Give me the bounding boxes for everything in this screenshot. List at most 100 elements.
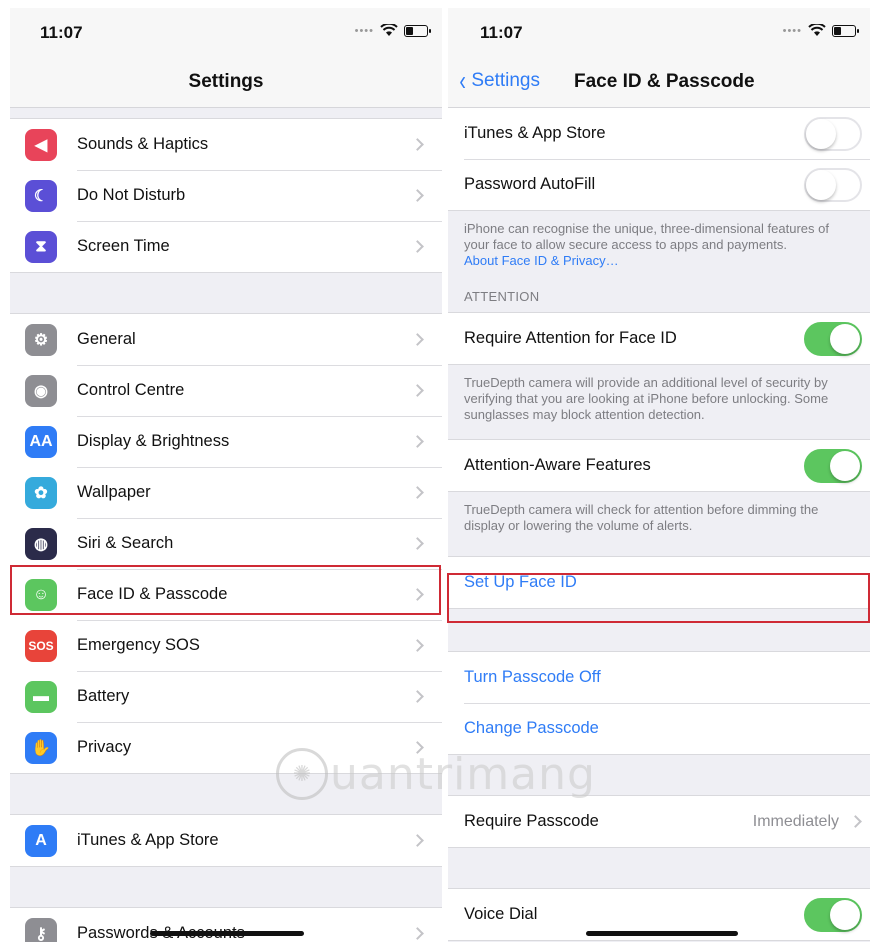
face-id-footer: iPhone can recognise the unique, three-d… bbox=[448, 211, 870, 277]
toggles-icon: ◉ bbox=[25, 374, 57, 407]
face-id-footer-text: iPhone can recognise the unique, three-d… bbox=[464, 221, 829, 252]
chevron-right-icon bbox=[849, 815, 862, 828]
settings-item-itunes-app-store[interactable]: AiTunes & App Store bbox=[10, 815, 442, 866]
status-time: 11:07 bbox=[480, 23, 523, 42]
turn-passcode-off-button[interactable]: Turn Passcode Off bbox=[448, 652, 870, 703]
chevron-right-icon bbox=[411, 537, 424, 550]
settings-item-label: Battery bbox=[77, 687, 130, 705]
app-store-icon: A bbox=[25, 824, 57, 857]
lightbulb-icon: ✺ bbox=[276, 748, 328, 800]
home-indicator[interactable] bbox=[586, 931, 738, 936]
chevron-right-icon bbox=[411, 690, 424, 703]
attention-section-header: ATTENTION bbox=[464, 289, 540, 304]
about-face-id-link[interactable]: About Face ID & Privacy… bbox=[464, 253, 619, 268]
itunes-app-store-toggle[interactable] bbox=[804, 116, 862, 151]
itunes-app-store-row: iTunes & App Store bbox=[448, 108, 870, 159]
settings-group: ⚙ General ◉ Control Centre AA Display & Brigh… bbox=[10, 313, 442, 774]
chevron-right-icon bbox=[411, 138, 424, 151]
signal-icon: •••• bbox=[354, 24, 374, 37]
settings-screen: 11:07 •••• Settings ◀︎ Sounds & Haptics ☾ D… bbox=[10, 8, 442, 942]
status-bar: 11:07 •••• bbox=[10, 8, 442, 58]
navigation-bar: Settings bbox=[10, 58, 442, 108]
settings-item-screen-time[interactable]: ⧗ Screen Time bbox=[10, 221, 442, 272]
wifi-icon bbox=[808, 24, 826, 36]
chevron-right-icon bbox=[411, 333, 424, 346]
face-id-passcode-screen: 11:07 •••• ‹ Settings Face ID & Passcode… bbox=[448, 8, 870, 942]
signal-icon: •••• bbox=[782, 24, 802, 37]
speaker-icon: ◀︎ bbox=[25, 128, 57, 161]
settings-list: ◀︎ Sounds & Haptics ☾ Do Not Disturb ⧗ Screen… bbox=[10, 108, 442, 942]
chevron-right-icon bbox=[411, 834, 424, 847]
change-passcode-button[interactable]: Change Passcode bbox=[448, 703, 870, 754]
settings-item-label: Control Centre bbox=[77, 381, 185, 399]
settings-item-label: Siri & Search bbox=[77, 534, 174, 552]
attention-aware-label: Attention-Aware Features bbox=[464, 456, 651, 474]
require-passcode-row[interactable]: Require Passcode Immediately bbox=[448, 796, 870, 847]
watermark-text: uantrimang bbox=[330, 748, 596, 800]
setup-face-id-group: Set Up Face ID bbox=[448, 556, 870, 609]
page-title: Face ID & Passcode bbox=[574, 71, 755, 92]
attention-aware-toggle[interactable] bbox=[804, 448, 862, 483]
turn-passcode-off-label: Turn Passcode Off bbox=[464, 668, 601, 686]
settings-item-emergency-sos[interactable]: SOS Emergency SOS bbox=[10, 620, 442, 671]
battery-status-icon bbox=[832, 24, 859, 37]
chevron-right-icon bbox=[411, 639, 424, 652]
status-icons: •••• bbox=[782, 24, 859, 37]
settings-item-label: Do Not Disturb bbox=[77, 186, 186, 204]
settings-item-siri-search[interactable]: ◍ Siri & Search bbox=[10, 518, 442, 569]
attention-aware-group: Attention-Aware Features bbox=[448, 439, 870, 492]
group-spacer bbox=[10, 108, 442, 118]
settings-item-control-centre[interactable]: ◉ Control Centre bbox=[10, 365, 442, 416]
settings-group: ◀︎ Sounds & Haptics ☾ Do Not Disturb ⧗ Screen… bbox=[10, 118, 442, 273]
attention-group: Require Attention for Face ID bbox=[448, 312, 870, 365]
hourglass-icon: ⧗ bbox=[25, 230, 57, 263]
hand-icon: ✋ bbox=[25, 731, 57, 764]
require-attention-toggle[interactable] bbox=[804, 321, 862, 356]
password-autofill-row: Password AutoFill bbox=[448, 159, 870, 210]
settings-item-do-not-disturb[interactable]: ☾ Do Not Disturb bbox=[10, 170, 442, 221]
settings-item-label: Emergency SOS bbox=[77, 636, 200, 654]
chevron-right-icon bbox=[411, 588, 424, 601]
chevron-right-icon bbox=[411, 486, 424, 499]
settings-item-battery[interactable]: ▬ Battery bbox=[10, 671, 442, 722]
settings-item-passwords-accounts[interactable]: ⚷Passwords & Accounts bbox=[10, 908, 442, 942]
page-title: Settings bbox=[188, 71, 264, 92]
change-passcode-label: Change Passcode bbox=[464, 719, 599, 737]
use-face-id-for-group: iTunes & App Store Password AutoFill bbox=[448, 108, 870, 211]
password-autofill-label: Password AutoFill bbox=[464, 175, 596, 193]
battery-icon: ▬ bbox=[25, 680, 57, 713]
settings-item-general[interactable]: ⚙ General bbox=[10, 314, 442, 365]
text-size-icon: AA bbox=[25, 425, 57, 458]
chevron-left-icon: ‹ bbox=[459, 65, 466, 96]
flower-icon: ✿ bbox=[25, 476, 57, 509]
wifi-icon bbox=[380, 24, 398, 36]
settings-item-display-brightness[interactable]: AA Display & Brightness bbox=[10, 416, 442, 467]
group-spacer bbox=[10, 867, 442, 907]
require-passcode-group: Require Passcode Immediately bbox=[448, 795, 870, 848]
passcode-group: Turn Passcode Off Change Passcode bbox=[448, 651, 870, 755]
back-button[interactable]: ‹ Settings bbox=[458, 65, 540, 96]
battery-status-icon bbox=[404, 24, 431, 37]
voice-dial-toggle[interactable] bbox=[804, 897, 862, 932]
siri-icon: ◍ bbox=[25, 527, 57, 560]
settings-group: ⚷Passwords & Accounts bbox=[10, 907, 442, 942]
chevron-right-icon bbox=[411, 435, 424, 448]
settings-item-face-id-passcode[interactable]: ☺ Face ID & Passcode bbox=[10, 569, 442, 620]
password-autofill-toggle[interactable] bbox=[804, 167, 862, 202]
attention-aware-footer: TrueDepth camera will check for attentio… bbox=[464, 502, 819, 533]
chevron-right-icon bbox=[411, 927, 424, 940]
key-icon: ⚷ bbox=[25, 917, 57, 942]
attention-aware-row: Attention-Aware Features bbox=[448, 440, 870, 491]
require-passcode-label: Require Passcode bbox=[464, 812, 599, 830]
status-icons: •••• bbox=[354, 24, 431, 37]
voice-dial-label: Voice Dial bbox=[464, 905, 538, 923]
home-indicator[interactable] bbox=[150, 931, 304, 936]
chevron-right-icon bbox=[411, 189, 424, 202]
settings-item-label: Screen Time bbox=[77, 237, 170, 255]
settings-item-label: iTunes & App Store bbox=[77, 831, 219, 849]
set-up-face-id-button[interactable]: Set Up Face ID bbox=[448, 557, 870, 608]
require-attention-footer: TrueDepth camera will provide an additio… bbox=[464, 375, 829, 422]
settings-item-wallpaper[interactable]: ✿ Wallpaper bbox=[10, 467, 442, 518]
back-label: Settings bbox=[471, 70, 540, 91]
settings-item-sounds-haptics[interactable]: ◀︎ Sounds & Haptics bbox=[10, 119, 442, 170]
